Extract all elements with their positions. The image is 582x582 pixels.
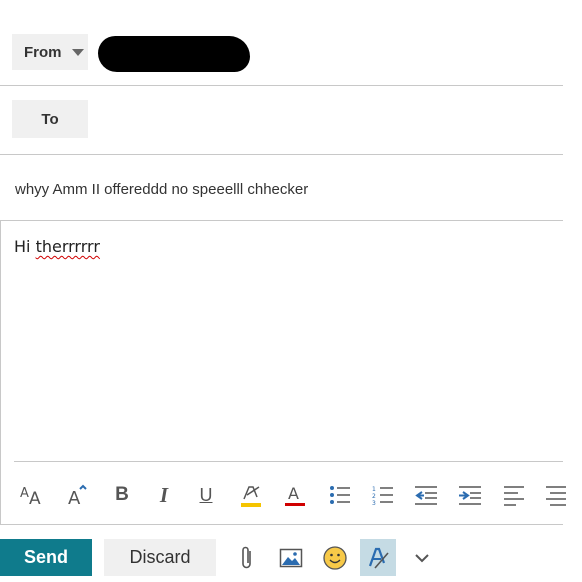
attach-icon[interactable] xyxy=(229,539,265,576)
chevron-down-icon xyxy=(71,48,84,56)
align-left-icon[interactable] xyxy=(499,480,529,510)
italic-glyph: I xyxy=(159,482,169,507)
to-button[interactable]: To xyxy=(12,100,88,138)
body-word: Hi xyxy=(14,237,31,256)
misspelled-word[interactable]: therrrrrr xyxy=(36,237,100,256)
underline-glyph: U xyxy=(199,484,213,505)
to-label: To xyxy=(41,110,59,128)
svg-text:1: 1 xyxy=(372,486,376,493)
grow-font-icon[interactable]: A xyxy=(61,480,91,510)
bullets-icon[interactable] xyxy=(325,480,355,510)
more-chevron-icon[interactable] xyxy=(404,539,440,576)
from-button[interactable]: From xyxy=(12,34,88,70)
toolbar-divider xyxy=(14,461,563,462)
svg-text:3: 3 xyxy=(372,500,376,506)
numbering-icon[interactable]: 123 xyxy=(368,480,398,510)
divider xyxy=(0,154,563,155)
svg-text:A: A xyxy=(288,484,299,503)
emoji-icon[interactable] xyxy=(317,539,353,576)
formatting-options-icon[interactable] xyxy=(360,539,396,576)
font-size-icon[interactable]: AA xyxy=(17,480,47,510)
from-label: From xyxy=(24,43,62,61)
redacted-sender xyxy=(98,36,250,72)
divider xyxy=(0,85,563,86)
italic-icon[interactable]: I xyxy=(149,480,179,510)
bold-icon[interactable]: B xyxy=(107,480,137,510)
body-text[interactable]: Hi therrrrrr xyxy=(14,237,100,256)
svg-text:A: A xyxy=(20,486,29,501)
svg-text:A: A xyxy=(29,489,41,506)
svg-text:2: 2 xyxy=(372,493,376,500)
highlight-icon[interactable] xyxy=(236,480,266,510)
bold-glyph: B xyxy=(115,484,129,505)
font-color-icon[interactable]: A xyxy=(280,480,310,510)
insert-picture-icon[interactable] xyxy=(273,539,309,576)
send-button[interactable]: Send xyxy=(0,539,92,576)
svg-text:A: A xyxy=(68,488,81,506)
align-center-icon[interactable] xyxy=(542,480,566,510)
discard-button[interactable]: Discard xyxy=(104,539,216,576)
underline-icon[interactable]: U xyxy=(191,480,221,510)
increase-indent-icon[interactable] xyxy=(455,480,485,510)
subject-field[interactable]: whyy Amm II offereddd no speeelll chheck… xyxy=(15,181,308,198)
decrease-indent-icon[interactable] xyxy=(411,480,441,510)
